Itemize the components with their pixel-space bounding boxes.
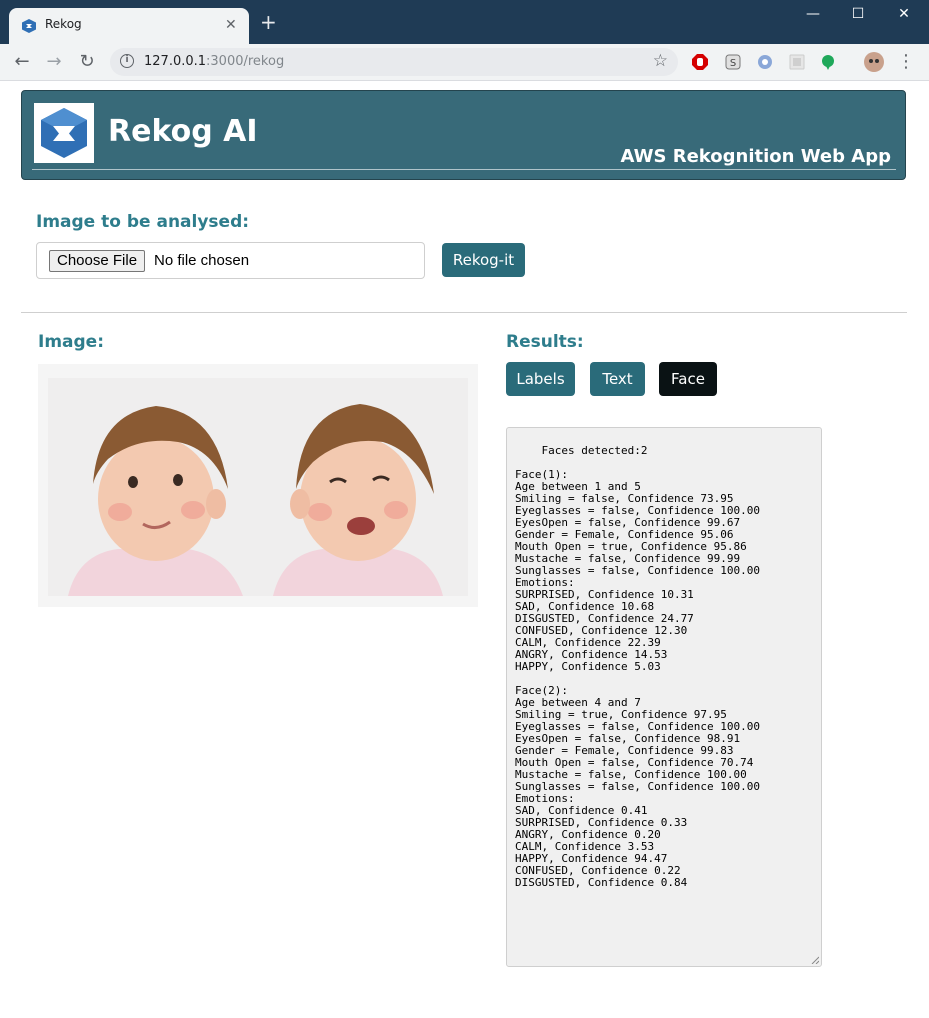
results-label: Results: bbox=[506, 332, 584, 352]
results-output: Faces detected:2 Face(1): Age between 1 … bbox=[515, 444, 761, 889]
browser-toolbar: ← → ↻ i 127.0.0.1:3000/rekog ☆ S ⋮ bbox=[0, 44, 929, 81]
section-divider bbox=[21, 312, 907, 313]
baby-faces-image bbox=[38, 364, 478, 607]
upload-label: Image to be analysed: bbox=[36, 212, 250, 232]
profile-avatar[interactable] bbox=[864, 52, 884, 72]
url-host: 127.0.0.1 bbox=[144, 54, 207, 69]
forward-arrow-icon[interactable]: → bbox=[42, 50, 66, 74]
vpn-extension-icon[interactable] bbox=[757, 54, 773, 70]
s-extension-icon[interactable]: S bbox=[725, 54, 741, 70]
tab-close-icon[interactable]: ✕ bbox=[225, 17, 237, 33]
adblock-extension-icon[interactable] bbox=[692, 54, 708, 70]
app-subtitle: AWS Rekognition Web App bbox=[620, 146, 892, 167]
page-content: Rekog AI AWS Rekognition Web App Image t… bbox=[0, 81, 929, 1018]
tab-title: Rekog bbox=[45, 17, 82, 31]
maximize-button[interactable]: ☐ bbox=[843, 6, 873, 22]
tab-face[interactable]: Face bbox=[659, 362, 717, 396]
rekog-favicon-icon bbox=[22, 19, 36, 33]
app-title: Rekog AI bbox=[108, 114, 258, 149]
close-window-button[interactable]: ✕ bbox=[889, 6, 919, 22]
back-arrow-icon[interactable]: ← bbox=[10, 50, 34, 74]
tab-labels[interactable]: Labels bbox=[506, 362, 575, 396]
app-header: Rekog AI AWS Rekognition Web App bbox=[21, 90, 906, 180]
image-label: Image: bbox=[38, 332, 105, 352]
url-path: :3000/rekog bbox=[206, 54, 285, 69]
address-bar[interactable]: i 127.0.0.1:3000/rekog ☆ bbox=[110, 48, 678, 76]
tab-text[interactable]: Text bbox=[590, 362, 645, 396]
evernote-extension-icon[interactable] bbox=[820, 54, 836, 70]
bookmark-star-icon[interactable]: ☆ bbox=[653, 51, 668, 71]
site-info-icon[interactable]: i bbox=[120, 54, 134, 68]
browser-titlebar: Rekog ✕ + — ☐ ✕ bbox=[0, 0, 929, 44]
rekog-it-button[interactable]: Rekog-it bbox=[442, 243, 525, 277]
header-underline bbox=[32, 169, 896, 170]
analysed-image bbox=[38, 364, 478, 607]
svg-text:S: S bbox=[730, 58, 736, 69]
grid-extension-icon[interactable] bbox=[789, 54, 805, 70]
menu-kebab-icon[interactable]: ⋮ bbox=[894, 50, 918, 74]
minimize-button[interactable]: — bbox=[798, 6, 828, 22]
file-input[interactable]: Choose File No file chosen bbox=[36, 242, 425, 279]
results-textarea[interactable]: Faces detected:2 Face(1): Age between 1 … bbox=[506, 427, 822, 967]
rekognition-logo bbox=[34, 103, 94, 163]
new-tab-button[interactable]: + bbox=[260, 12, 277, 32]
file-status: No file chosen bbox=[154, 252, 250, 269]
url-text: 127.0.0.1:3000/rekog bbox=[144, 54, 284, 69]
choose-file-button[interactable]: Choose File bbox=[49, 250, 146, 272]
browser-tab[interactable]: Rekog ✕ bbox=[9, 8, 249, 44]
resize-handle-icon[interactable] bbox=[811, 956, 819, 964]
reload-icon[interactable]: ↻ bbox=[75, 50, 99, 74]
